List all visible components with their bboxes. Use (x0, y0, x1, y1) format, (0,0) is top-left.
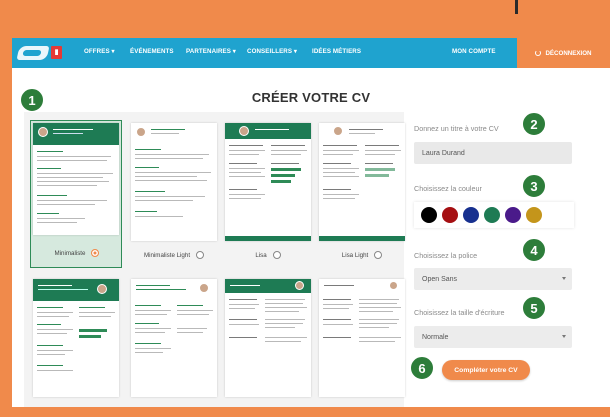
template-radio[interactable] (374, 251, 383, 259)
template-label-row: Minimaliste Light (128, 251, 220, 259)
template-radio[interactable] (196, 251, 205, 259)
font-select[interactable]: Open Sans (414, 268, 572, 290)
template-card-lisa-light[interactable]: Lisa Light (316, 120, 408, 259)
color-swatch-blue[interactable] (463, 207, 479, 223)
template-radio[interactable] (91, 249, 100, 257)
template-label-row: Lisa Light (316, 251, 408, 259)
template-radio[interactable] (272, 251, 281, 259)
template-card-8[interactable] (316, 276, 408, 404)
screenshot-stage: ▮ OFFRES ▾ ÉVÉNEMENTS PARTENAIRES ▾ CONS… (0, 0, 610, 417)
template-label-row: Minimaliste (31, 249, 123, 257)
template-label-row: Lisa (222, 251, 314, 259)
page-title: CRÉER VOTRE CV (251, 90, 371, 105)
size-select-value: Normale (422, 333, 449, 341)
template-thumbnail (131, 123, 217, 241)
template-card-7[interactable] (222, 276, 314, 404)
caret-down-icon (562, 335, 566, 338)
color-swatch-gold[interactable] (526, 207, 542, 223)
color-label: Choisissez la couleur (414, 184, 482, 193)
template-card-5[interactable] (30, 276, 122, 404)
step-badge-2: 2 (522, 112, 546, 136)
caret-down-icon (562, 277, 566, 280)
nav-conseillers[interactable]: CONSEILLERS ▾ (247, 48, 297, 55)
site-logo[interactable] (16, 46, 50, 60)
template-gallery: Minimaliste Minimaliste Light Lisa Lisa … (24, 112, 405, 407)
template-label: Lisa Light (341, 251, 369, 259)
template-card-6[interactable] (128, 276, 220, 404)
app-window: ▮ OFFRES ▾ ÉVÉNEMENTS PARTENAIRES ▾ CONS… (12, 38, 610, 407)
nav-partenaires[interactable]: PARTENAIRES ▾ (186, 48, 236, 55)
color-swatch-black[interactable] (421, 207, 437, 223)
step-badge-6: 6 (410, 356, 434, 380)
nav-offres[interactable]: OFFRES ▾ (84, 48, 115, 55)
nav-idees-metiers[interactable]: IDÉES MÉTIERS (312, 48, 361, 55)
frame-bottom (0, 407, 610, 417)
logout-label: DÉCONNEXION (545, 49, 592, 57)
template-thumbnail (319, 123, 405, 241)
complete-cv-button[interactable]: Compléter votre CV (442, 360, 530, 380)
nav-mon-compte[interactable]: MON COMPTE (452, 48, 496, 55)
cv-title-label: Donnez un titre à votre CV (414, 124, 499, 133)
step-badge-5: 5 (522, 296, 546, 320)
font-select-value: Open Sans (422, 275, 458, 283)
template-card-minimaliste-light[interactable]: Minimaliste Light (128, 120, 220, 259)
template-thumbnail (319, 279, 405, 397)
color-picker (414, 202, 574, 228)
step-badge-3: 3 (522, 174, 546, 198)
frame-edge (515, 0, 518, 14)
template-card-minimaliste[interactable]: Minimaliste (30, 120, 122, 268)
template-thumbnail (33, 123, 119, 235)
color-swatch-purple[interactable] (505, 207, 521, 223)
template-label: Minimaliste Light (143, 251, 191, 259)
step-badge-4: 4 (522, 238, 546, 262)
template-thumbnail (225, 279, 311, 397)
size-select[interactable]: Normale (414, 326, 572, 348)
flag-icon[interactable]: ▮ (51, 46, 62, 59)
cv-title-input[interactable]: Laura Durand (414, 142, 572, 164)
template-thumbnail (131, 279, 217, 397)
font-label: Choisissez la police (414, 251, 478, 260)
template-card-lisa[interactable]: Lisa (222, 120, 314, 259)
template-label: Minimaliste (54, 249, 86, 257)
template-thumbnail (225, 123, 311, 241)
power-icon (535, 50, 542, 56)
template-label: Lisa (255, 251, 267, 259)
template-thumbnail (33, 279, 119, 397)
color-swatch-red[interactable] (442, 207, 458, 223)
nav-evenements[interactable]: ÉVÉNEMENTS (130, 48, 174, 55)
size-label: Choisissez la taille d'écriture (414, 308, 505, 317)
color-swatch-green[interactable] (484, 207, 500, 223)
top-navbar: ▮ OFFRES ▾ ÉVÉNEMENTS PARTENAIRES ▾ CONS… (12, 38, 610, 68)
step-badge-1: 1 (20, 88, 44, 112)
logout-button[interactable]: DÉCONNEXION (517, 38, 610, 68)
